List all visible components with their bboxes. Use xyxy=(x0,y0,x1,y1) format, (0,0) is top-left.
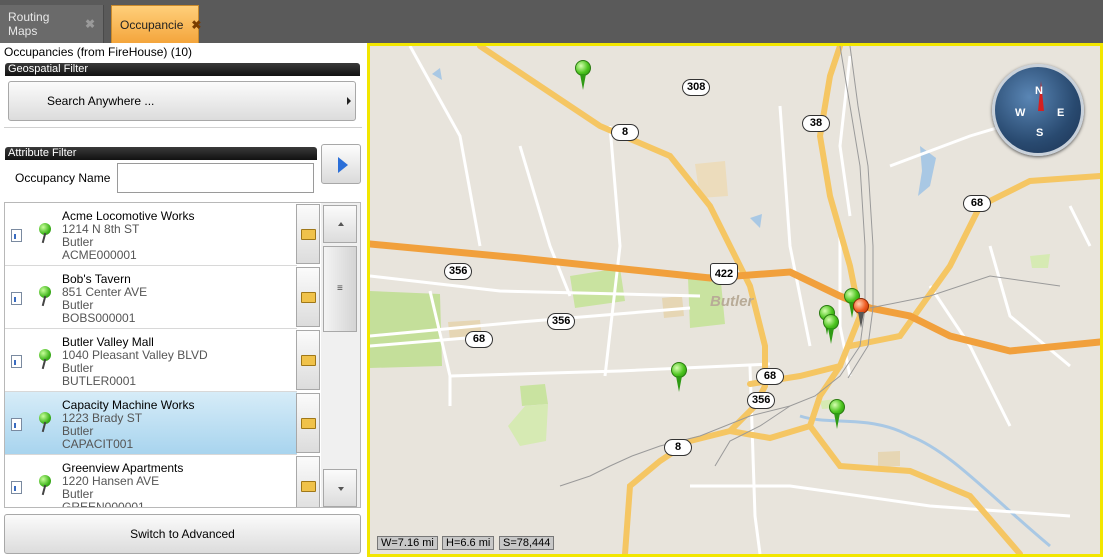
folder-icon xyxy=(301,229,316,240)
panel-title: Occupancies (from FireHouse) (10) xyxy=(4,45,193,59)
attribute-filter-header: Attribute Filter xyxy=(5,147,317,160)
search-anywhere-button[interactable]: Search Anywhere ... xyxy=(8,81,356,121)
occupancy-name-label: Occupancy Name xyxy=(15,171,111,185)
list-item[interactable]: Greenview Apartments 1220 Hansen AVE But… xyxy=(5,455,297,508)
open-folder-button[interactable] xyxy=(296,330,320,390)
occupancy-id: CAPACIT001 xyxy=(62,437,134,451)
route-shield: 68 xyxy=(756,368,784,385)
map-width-readout: W=7.16 mi xyxy=(377,536,438,550)
occupancy-city: Butler xyxy=(62,424,94,438)
document-icon[interactable] xyxy=(11,355,22,368)
occupancy-id: BUTLER0001 xyxy=(62,374,137,388)
divider xyxy=(4,127,362,128)
route-shield: 8 xyxy=(611,124,639,141)
occupancy-panel: Occupancies (from FireHouse) (10) Geospa… xyxy=(0,43,367,557)
apply-filter-button[interactable] xyxy=(321,144,361,184)
grip-icon: ≡ xyxy=(337,283,343,294)
tab-occupancie[interactable]: Occupancie ✖ xyxy=(111,5,201,43)
occupancy-name: Butler Valley Mall xyxy=(62,335,154,349)
occupancy-city: Butler xyxy=(62,361,94,375)
document-icon[interactable] xyxy=(11,292,22,305)
open-folder-button[interactable] xyxy=(296,456,320,507)
route-shield: 38 xyxy=(802,115,830,132)
search-button-label: Search Anywhere ... xyxy=(47,94,155,108)
open-folder-button[interactable] xyxy=(296,267,320,327)
route-shield: 308 xyxy=(682,79,711,96)
list-item[interactable]: Bob's Tavern 851 Center AVE Butler BOBS0… xyxy=(5,266,297,329)
occupancy-address: 1220 Hansen AVE xyxy=(62,474,160,488)
folder-icon xyxy=(301,355,316,366)
map-pin[interactable] xyxy=(671,362,687,392)
route-shield: 68 xyxy=(465,331,493,348)
switch-to-advanced-button[interactable]: Switch to Advanced xyxy=(4,514,361,554)
folder-icon xyxy=(301,292,316,303)
occupancy-address: 1223 Brady ST xyxy=(62,411,143,425)
occupancy-name: Greenview Apartments xyxy=(62,461,184,475)
map-pin-icon[interactable] xyxy=(39,475,51,487)
occupancy-name: Capacity Machine Works xyxy=(62,398,195,412)
tab-routing-maps[interactable]: Routing Maps ✖ xyxy=(0,5,104,43)
occupancy-address: 1214 N 8th ST xyxy=(62,222,140,236)
map-pin-icon[interactable] xyxy=(39,286,51,298)
tab-label: Routing Maps xyxy=(8,10,50,38)
compass-north: N xyxy=(1035,85,1043,97)
occupancy-name: Acme Locomotive Works xyxy=(62,209,195,223)
folder-icon xyxy=(301,418,316,429)
map-pin[interactable] xyxy=(575,60,591,90)
occupancy-list: Acme Locomotive Works 1214 N 8th ST Butl… xyxy=(4,202,361,508)
occupancy-id: GREEN000001 xyxy=(62,500,145,508)
map-height-readout: H=6.6 mi xyxy=(442,536,495,550)
occupancy-id: BOBS000001 xyxy=(62,311,136,325)
map-pin-icon[interactable] xyxy=(39,412,51,424)
folder-icon xyxy=(301,481,316,492)
route-shield: 356 xyxy=(747,392,776,409)
list-item-selected[interactable]: Capacity Machine Works 1223 Brady ST But… xyxy=(5,392,297,455)
route-shield: 356 xyxy=(444,263,473,280)
tab-strip: Routing Maps ✖ Occupancie ✖ xyxy=(0,0,1103,43)
play-arrow-icon xyxy=(338,157,348,173)
map-pin-icon[interactable] xyxy=(39,349,51,361)
list-item[interactable]: Acme Locomotive Works 1214 N 8th ST Butl… xyxy=(5,203,297,266)
close-icon[interactable]: ✖ xyxy=(85,17,95,31)
map-pin-icon[interactable] xyxy=(39,223,51,235)
occupancy-name-input[interactable] xyxy=(117,163,314,193)
compass-east: E xyxy=(1057,107,1065,119)
occupancy-city: Butler xyxy=(62,298,94,312)
town-label: Butler xyxy=(710,293,754,310)
chevron-up-icon xyxy=(338,222,344,226)
document-icon[interactable] xyxy=(11,418,22,431)
list-item[interactable]: Butler Valley Mall 1040 Pleasant Valley … xyxy=(5,329,297,392)
map-view[interactable]: Butler 308 8 38 68 356 422 356 68 68 356… xyxy=(367,43,1103,557)
map-scale-readout: S=78,444 xyxy=(499,536,555,550)
chevron-down-icon xyxy=(338,487,344,491)
document-icon[interactable] xyxy=(11,229,22,242)
occupancy-city: Butler xyxy=(62,487,94,501)
route-shield: 68 xyxy=(963,195,991,212)
map-pin[interactable] xyxy=(829,399,845,429)
compass-control[interactable]: N S E W xyxy=(992,64,1084,156)
open-folder-button[interactable] xyxy=(296,393,320,453)
scroll-thumb[interactable]: ≡ xyxy=(323,246,357,332)
document-icon[interactable] xyxy=(11,481,22,494)
close-icon[interactable]: ✖ xyxy=(191,18,201,32)
scroll-down-button[interactable] xyxy=(323,469,357,507)
occupancy-address: 851 Center AVE xyxy=(62,285,148,299)
compass-west: W xyxy=(1015,107,1026,119)
map-pin[interactable] xyxy=(823,314,839,344)
tab-label: Occupancie xyxy=(120,17,184,32)
open-folder-button[interactable] xyxy=(296,204,320,264)
route-shield: 356 xyxy=(547,313,576,330)
occupancy-name: Bob's Tavern xyxy=(62,272,131,286)
route-shield: 8 xyxy=(664,439,692,456)
us-route-shield: 422 xyxy=(710,263,738,285)
compass-south: S xyxy=(1036,127,1044,139)
occupancy-address: 1040 Pleasant Valley BLVD xyxy=(62,348,208,362)
scroll-up-button[interactable] xyxy=(323,205,357,243)
occupancy-city: Butler xyxy=(62,235,94,249)
selected-map-pin[interactable] xyxy=(853,298,869,328)
geospatial-filter-header: Geospatial Filter xyxy=(5,63,360,76)
list-scrollbar[interactable]: ≡ xyxy=(321,203,360,507)
occupancy-id: ACME000001 xyxy=(62,248,137,262)
chevron-right-icon xyxy=(347,97,351,105)
